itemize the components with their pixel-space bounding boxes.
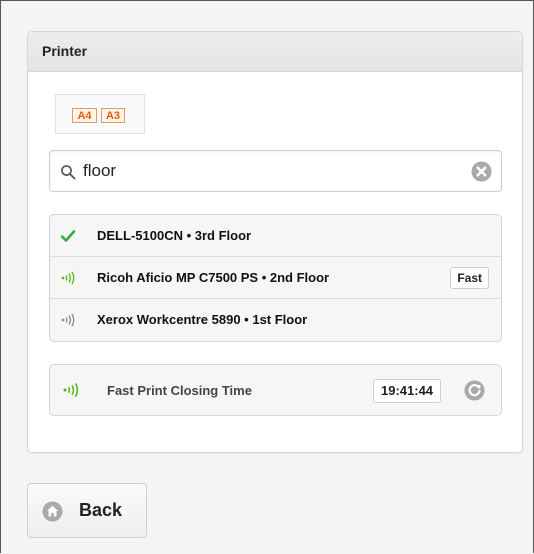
- printer-name: Xerox Workcentre 5890 • 1st Floor: [97, 312, 308, 327]
- closing-time-value: 19:41:44: [373, 379, 442, 403]
- printer-panel: Printer A4 A3 DELL-5100CN • 3rd Floo: [27, 31, 523, 453]
- search-box[interactable]: [49, 150, 502, 192]
- back-button[interactable]: Back: [27, 483, 147, 538]
- paper-size-selector[interactable]: A4 A3: [55, 94, 145, 134]
- paper-size-a4[interactable]: A4: [72, 108, 97, 123]
- signal-green-icon: [61, 271, 75, 285]
- search-icon: [61, 165, 76, 180]
- printer-row-ricoh[interactable]: Ricoh Aficio MP C7500 PS • 2nd Floor Fas…: [50, 257, 501, 299]
- check-icon: [60, 230, 76, 242]
- home-icon: [42, 501, 63, 522]
- fast-badge: Fast: [450, 267, 489, 289]
- search-input[interactable]: [83, 160, 463, 182]
- clear-search-icon[interactable]: [471, 161, 492, 182]
- printer-row-dell[interactable]: DELL-5100CN • 3rd Floor: [50, 215, 501, 257]
- signal-gray-icon: [61, 313, 75, 327]
- refresh-icon[interactable]: [464, 380, 485, 401]
- closing-time-label: Fast Print Closing Time: [107, 383, 252, 398]
- paper-size-a3[interactable]: A3: [101, 108, 125, 123]
- printer-row-xerox[interactable]: Xerox Workcentre 5890 • 1st Floor: [50, 299, 501, 341]
- panel-title: Printer: [28, 32, 522, 72]
- fast-print-closing-row: Fast Print Closing Time 19:41:44: [49, 364, 502, 416]
- printer-name: DELL-5100CN • 3rd Floor: [97, 228, 252, 243]
- printer-list: DELL-5100CN • 3rd Floor Ricoh Aficio MP …: [49, 214, 502, 342]
- back-button-label: Back: [79, 500, 123, 520]
- app-window: Printer A4 A3 DELL-5100CN • 3rd Floo: [0, 0, 534, 553]
- signal-green-icon: [63, 383, 79, 397]
- printer-name: Ricoh Aficio MP C7500 PS • 2nd Floor: [97, 270, 330, 285]
